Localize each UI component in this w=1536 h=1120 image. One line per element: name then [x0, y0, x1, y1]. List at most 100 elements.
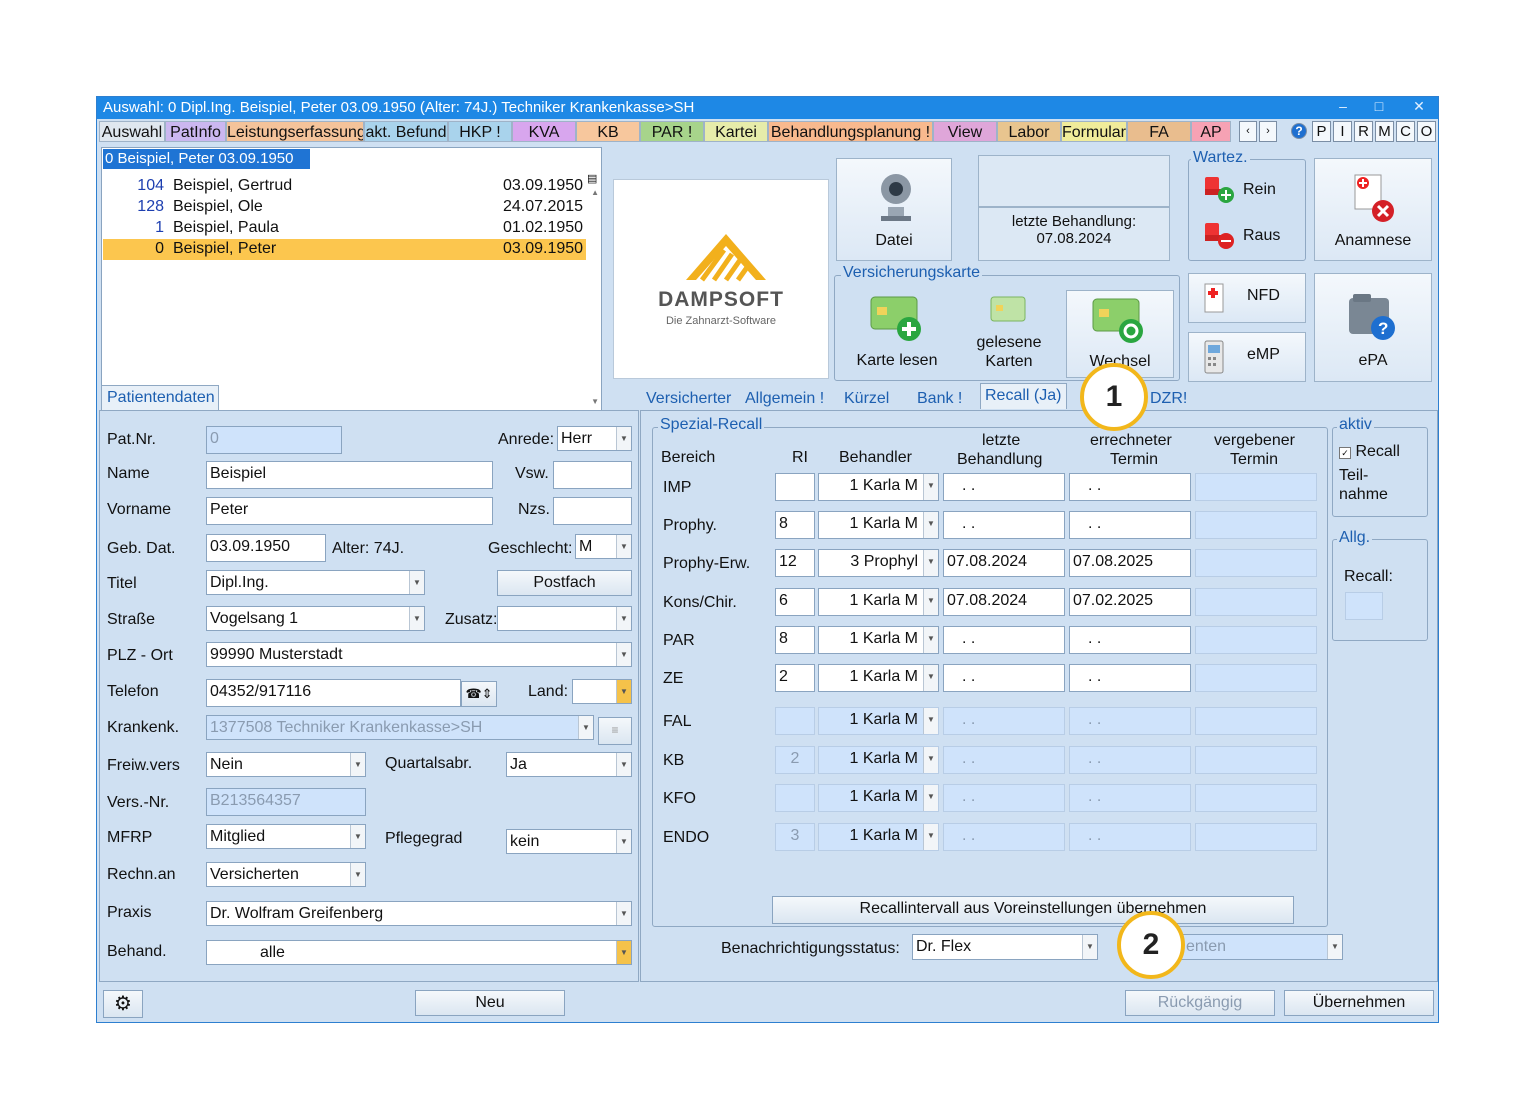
tab-allgemein[interactable]: Allgemein !: [745, 390, 824, 408]
list-print-icon[interactable]: ▤: [587, 172, 599, 186]
recall-ri-field[interactable]: 12: [775, 549, 815, 577]
anamnese-button[interactable]: Anamnese: [1314, 158, 1432, 261]
tab-kartei[interactable]: Kartei: [704, 121, 768, 142]
recall-vergeben-field[interactable]: [1195, 746, 1317, 774]
quick-button-c[interactable]: C: [1396, 121, 1415, 142]
close-icon[interactable]: ✕: [1407, 98, 1431, 115]
tab-prev-icon[interactable]: ‹: [1239, 121, 1257, 142]
recall-letzte-field[interactable]: . .: [943, 707, 1065, 735]
tab-hkp[interactable]: HKP !: [448, 121, 512, 142]
quartal-select[interactable]: Ja ▼: [506, 752, 632, 777]
epa-button[interactable]: ? ePA: [1314, 273, 1432, 382]
recall-vergeben-field[interactable]: [1195, 473, 1317, 501]
datei-button[interactable]: Datei: [836, 158, 952, 261]
tab-leistungserfassung[interactable]: Leistungserfassung: [226, 121, 364, 142]
recall-ri-field[interactable]: 6: [775, 588, 815, 616]
recall-checkbox[interactable]: ✓ Recall: [1339, 443, 1400, 461]
recall-ri-field[interactable]: 8: [775, 511, 815, 539]
recall-letzte-field[interactable]: . .: [943, 746, 1065, 774]
recall-ri-field[interactable]: 2: [775, 746, 815, 774]
recall-vergeben-field[interactable]: [1195, 707, 1317, 735]
recall-vergeben-field[interactable]: [1195, 511, 1317, 539]
recall-errechnet-field[interactable]: . .: [1069, 746, 1191, 774]
quick-button-i[interactable]: I: [1333, 121, 1352, 142]
recall-behandler-select[interactable]: 1 Karla M ▼: [818, 707, 939, 735]
scroll-up-icon[interactable]: ▲: [591, 188, 599, 197]
tab-recall-ja[interactable]: Recall (Ja): [980, 383, 1068, 409]
recall-letzte-field[interactable]: . .: [943, 626, 1065, 654]
patient-row[interactable]: 128 Beispiel, Ole 24.07.2015: [103, 197, 586, 218]
maximize-icon[interactable]: □: [1367, 98, 1391, 114]
recall-errechnet-field[interactable]: . .: [1069, 784, 1191, 812]
recall-letzte-field[interactable]: . .: [943, 664, 1065, 692]
recall-errechnet-field[interactable]: . .: [1069, 823, 1191, 851]
phone-dial-button[interactable]: ☎⇕: [461, 681, 497, 707]
geb-field[interactable]: 03.09.1950: [206, 534, 326, 562]
vorname-field[interactable]: Peter: [206, 497, 493, 525]
tab-kb[interactable]: KB: [576, 121, 640, 142]
benachrichtigung-select[interactable]: Dr. Flex ▼: [912, 934, 1098, 960]
quick-button-p[interactable]: P: [1312, 121, 1331, 142]
name-field[interactable]: Beispiel: [206, 461, 493, 489]
patient-row[interactable]: 1 Beispiel, Paula 01.02.1950: [103, 218, 586, 239]
recall-letzte-field[interactable]: . .: [943, 784, 1065, 812]
behand-select[interactable]: alle ▼: [206, 940, 632, 965]
tab-patinfo[interactable]: PatInfo: [165, 121, 226, 142]
recall-behandler-select[interactable]: 1 Karla M ▼: [818, 626, 939, 654]
strasse-select[interactable]: Vogelsang 1 ▼: [206, 606, 425, 631]
recall-vergeben-field[interactable]: [1195, 823, 1317, 851]
recall-behandler-select[interactable]: 1 Karla M ▼: [818, 746, 939, 774]
tab-k-rzel[interactable]: Kürzel: [844, 390, 889, 408]
recall-vergeben-field[interactable]: [1195, 588, 1317, 616]
patient-row[interactable]: 104 Beispiel, Gertrud 03.09.1950: [103, 176, 586, 197]
patnr-field[interactable]: 0: [206, 426, 342, 454]
scroll-down-icon[interactable]: ▼: [591, 397, 599, 406]
recall-ri-field[interactable]: [775, 707, 815, 735]
tab-par[interactable]: PAR !: [640, 121, 704, 142]
recall-letzte-field[interactable]: . .: [943, 823, 1065, 851]
quick-button-m[interactable]: M: [1375, 121, 1394, 142]
freiw-select[interactable]: Nein ▼: [206, 752, 366, 777]
tab-next-icon[interactable]: ›: [1259, 121, 1277, 142]
krankenkasse-details-button[interactable]: ≡: [598, 717, 632, 745]
zusatz-select[interactable]: ▼: [497, 606, 632, 631]
patient-list[interactable]: 0 Beispiel, Peter 03.09.1950 104 Beispiel…: [101, 147, 602, 411]
recall-ri-field[interactable]: 2: [775, 664, 815, 692]
tab-auswahl[interactable]: Auswahl: [99, 121, 165, 142]
recall-behandler-select[interactable]: 1 Karla M ▼: [818, 664, 939, 692]
recall-vergeben-field[interactable]: [1195, 784, 1317, 812]
rein-button[interactable]: Rein: [1201, 173, 1301, 207]
mfrp-select[interactable]: Mitglied ▼: [206, 824, 366, 849]
tab-fa[interactable]: FA: [1127, 121, 1191, 142]
recall-vergeben-field[interactable]: [1195, 549, 1317, 577]
karte-lesen-button[interactable]: Karte lesen: [845, 289, 949, 375]
plz-ort-select[interactable]: 99990 Musterstadt ▼: [206, 642, 632, 667]
tab-versicherter[interactable]: Versicherter: [646, 390, 731, 408]
rueckgaengig-button[interactable]: Rückgängig: [1125, 990, 1275, 1016]
recall-ri-field[interactable]: [775, 473, 815, 501]
recall-errechnet-field[interactable]: 07.08.2025: [1069, 549, 1191, 577]
recall-ri-field[interactable]: [775, 784, 815, 812]
patient-row[interactable]: 0 Beispiel, Peter 03.09.1950: [103, 239, 586, 260]
tab-akt-befund[interactable]: akt. Befund: [364, 121, 448, 142]
vsw-field[interactable]: [553, 461, 632, 489]
gelesene-karten-button[interactable]: gelesene Karten: [959, 289, 1059, 375]
uebernehmen-button[interactable]: Übernehmen: [1284, 990, 1434, 1016]
recallintervall-uebernehmen-button[interactable]: Recallintervall aus Voreinstellungen übe…: [772, 896, 1294, 924]
recall-behandler-select[interactable]: 1 Karla M ▼: [818, 473, 939, 501]
quick-button-r[interactable]: R: [1354, 121, 1373, 142]
recall-behandler-select[interactable]: 1 Karla M ▼: [818, 511, 939, 539]
recall-errechnet-field[interactable]: . .: [1069, 664, 1191, 692]
recall-behandler-select[interactable]: 3 Prophyl ▼: [818, 549, 939, 577]
recall-behandler-select[interactable]: 1 Karla M ▼: [818, 588, 939, 616]
nfd-button[interactable]: NFD: [1188, 273, 1306, 323]
versnr-field[interactable]: B213564357: [206, 788, 366, 816]
rechn-an-select[interactable]: Versicherten ▼: [206, 862, 366, 887]
help-icon[interactable]: ?: [1291, 123, 1307, 139]
recall-vergeben-field[interactable]: [1195, 626, 1317, 654]
recall-ri-field[interactable]: 3: [775, 823, 815, 851]
tab-dzr[interactable]: DZR!: [1150, 390, 1187, 408]
nzs-field[interactable]: [553, 497, 632, 525]
land-select[interactable]: ▼: [572, 679, 632, 704]
recall-letzte-field[interactable]: 07.08.2024: [943, 549, 1065, 577]
